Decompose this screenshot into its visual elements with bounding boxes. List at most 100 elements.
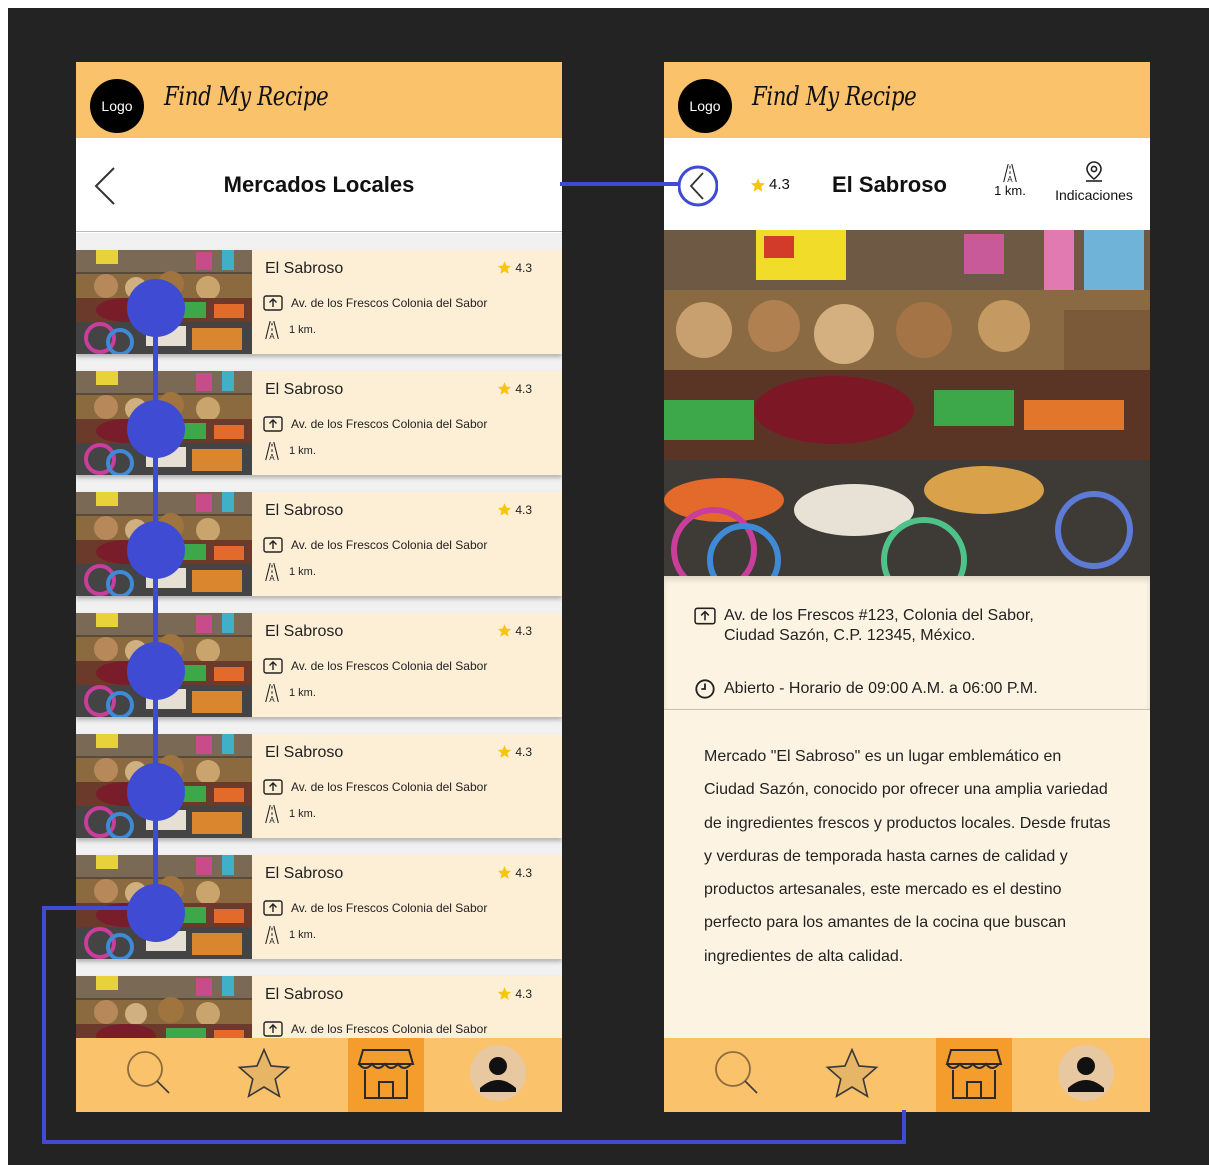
market-card[interactable]: El Sabroso 4.3 Av. de los Frescos Colonia … [76,976,562,1041]
address-text: Av. de los Frescos Colonia del Sabor [291,538,488,552]
card-address: Av. de los Frescos Colonia del Sabor [263,294,487,312]
flow-connector-bottom-riser [902,1110,906,1144]
card-rating: 4.3 [497,744,532,759]
distance-icon [1001,162,1019,184]
address-text: Av. de los Frescos Colonia del Sabor [291,417,488,431]
rating-value: 4.3 [515,502,532,517]
app-bar: Logo Find My Recipe [664,62,1150,138]
card-distance: 1 km. [263,683,316,703]
card-rating: 4.3 [497,381,532,396]
profile-icon [469,1044,527,1107]
directions-button[interactable]: Indicaciones [1044,160,1144,203]
card-rating: 4.3 [497,260,532,275]
rating-value: 4.3 [515,381,532,396]
address-text: Av. de los Frescos Colonia del Sabor [291,901,488,915]
address-icon [263,536,283,554]
rating-value: 4.3 [515,865,532,880]
nav-profile-button[interactable] [1048,1038,1124,1112]
card-rating: 4.3 [497,865,532,880]
card-distance: 1 km. [263,441,316,461]
rating: 4.3 [750,176,790,193]
address-line-1: Av. de los Frescos #123, Colonia del Sab… [724,607,1034,624]
address-icon [263,415,283,433]
distance-icon [263,683,281,703]
distance-text: 1 km. [289,687,316,699]
hours-row: Abierto - Horario de 09:00 A.M. a 06:00 … [694,678,1038,700]
address-line-2: Ciudad Sazón, C.P. 12345, México. [724,627,976,644]
detail-header: 4.3 El Sabroso 1 km. Indicaciones [664,138,1150,230]
star-icon [498,261,512,274]
nav-store-button[interactable] [936,1038,1012,1112]
address-row: Av. de los Frescos #123, Colonia del Sab… [694,606,1034,646]
app-title: Find My Recipe [752,82,917,112]
nav-search-button[interactable] [699,1038,775,1112]
card-rating: 4.3 [497,986,532,1001]
card-rating: 4.3 [497,623,532,638]
flow-hotspot-dot [127,642,185,700]
bottom-nav [76,1038,562,1112]
card-rating: 4.3 [497,502,532,517]
market-thumbnail [76,976,252,1041]
search-icon [711,1047,763,1104]
directions-label: Indicaciones [1055,187,1133,203]
address-text: Av. de los Frescos Colonia del Sabor [291,780,488,794]
screen-market-detail: Logo Find My Recipe 4.3 El Sabroso 1 km.… [664,62,1150,1112]
store-icon [357,1044,415,1107]
flow-hotspot-dot [127,763,185,821]
profile-icon [1057,1044,1115,1107]
card-name: El Sabroso [265,381,344,398]
card-address: Av. de los Frescos Colonia del Sabor [263,415,487,433]
flow-connector-top [560,182,678,186]
card-name: El Sabroso [265,865,344,882]
app-title: Find My Recipe [164,82,329,112]
star-icon [498,382,512,395]
card-distance: 1 km. [263,562,316,582]
store-icon [945,1044,1003,1107]
title-bar: Mercados Locales [76,138,562,232]
flow-hotspot-dot [127,521,185,579]
star-icon [498,987,512,1000]
distance-icon [263,804,281,824]
star-icon [234,1045,294,1106]
star-icon [822,1045,882,1106]
nav-star-button[interactable] [226,1038,302,1112]
rating-value: 4.3 [515,260,532,275]
rating-value: 4.3 [515,744,532,759]
flow-hotspot-dot [127,884,185,942]
card-name: El Sabroso [265,623,344,640]
nav-profile-button[interactable] [460,1038,536,1112]
nav-search-button[interactable] [111,1038,187,1112]
address-text: Av. de los Frescos Colonia del Sabor [291,296,488,310]
back-chevron-icon[interactable] [678,164,718,208]
map-pin-icon [1086,161,1102,182]
distance-icon [263,925,281,945]
card-distance: 1 km. [263,925,316,945]
hours-text: Abierto - Horario de 09:00 A.M. a 06:00 … [724,680,1038,697]
market-photo [664,230,1150,576]
bottom-nav [664,1038,1150,1112]
card-name: El Sabroso [265,986,344,1003]
description-section: Mercado "El Sabroso" es un lugar emblemá… [664,710,1150,1038]
nav-star-button[interactable] [814,1038,890,1112]
info-section: Av. de los Frescos #123, Colonia del Sab… [664,576,1150,710]
address-icon [263,657,283,675]
card-distance: 1 km. [263,320,316,340]
address-text: Av. de los Frescos Colonia del Sabor [291,659,488,673]
card-address: Av. de los Frescos Colonia del Sabor [263,657,487,675]
address-text: Av. de los Frescos Colonia del Sabor [291,1022,488,1036]
distance-text: 1 km. [289,445,316,457]
nav-store-button[interactable] [348,1038,424,1112]
card-address: Av. de los Frescos Colonia del Sabor [263,778,487,796]
address-icon [263,899,283,917]
market-photo-image [664,230,1150,576]
address-icon [263,778,283,796]
rating-value: 4.3 [769,176,790,193]
address-icon [263,1020,283,1038]
address-icon [694,606,716,626]
screen-market-list: Logo Find My Recipe Mercados Locales El … [76,62,562,1112]
distance-icon [263,320,281,340]
card-address: Av. de los Frescos Colonia del Sabor [263,536,487,554]
app-logo: Logo [90,79,144,133]
rating-value: 4.3 [515,623,532,638]
page-title: Mercados Locales [223,172,415,197]
